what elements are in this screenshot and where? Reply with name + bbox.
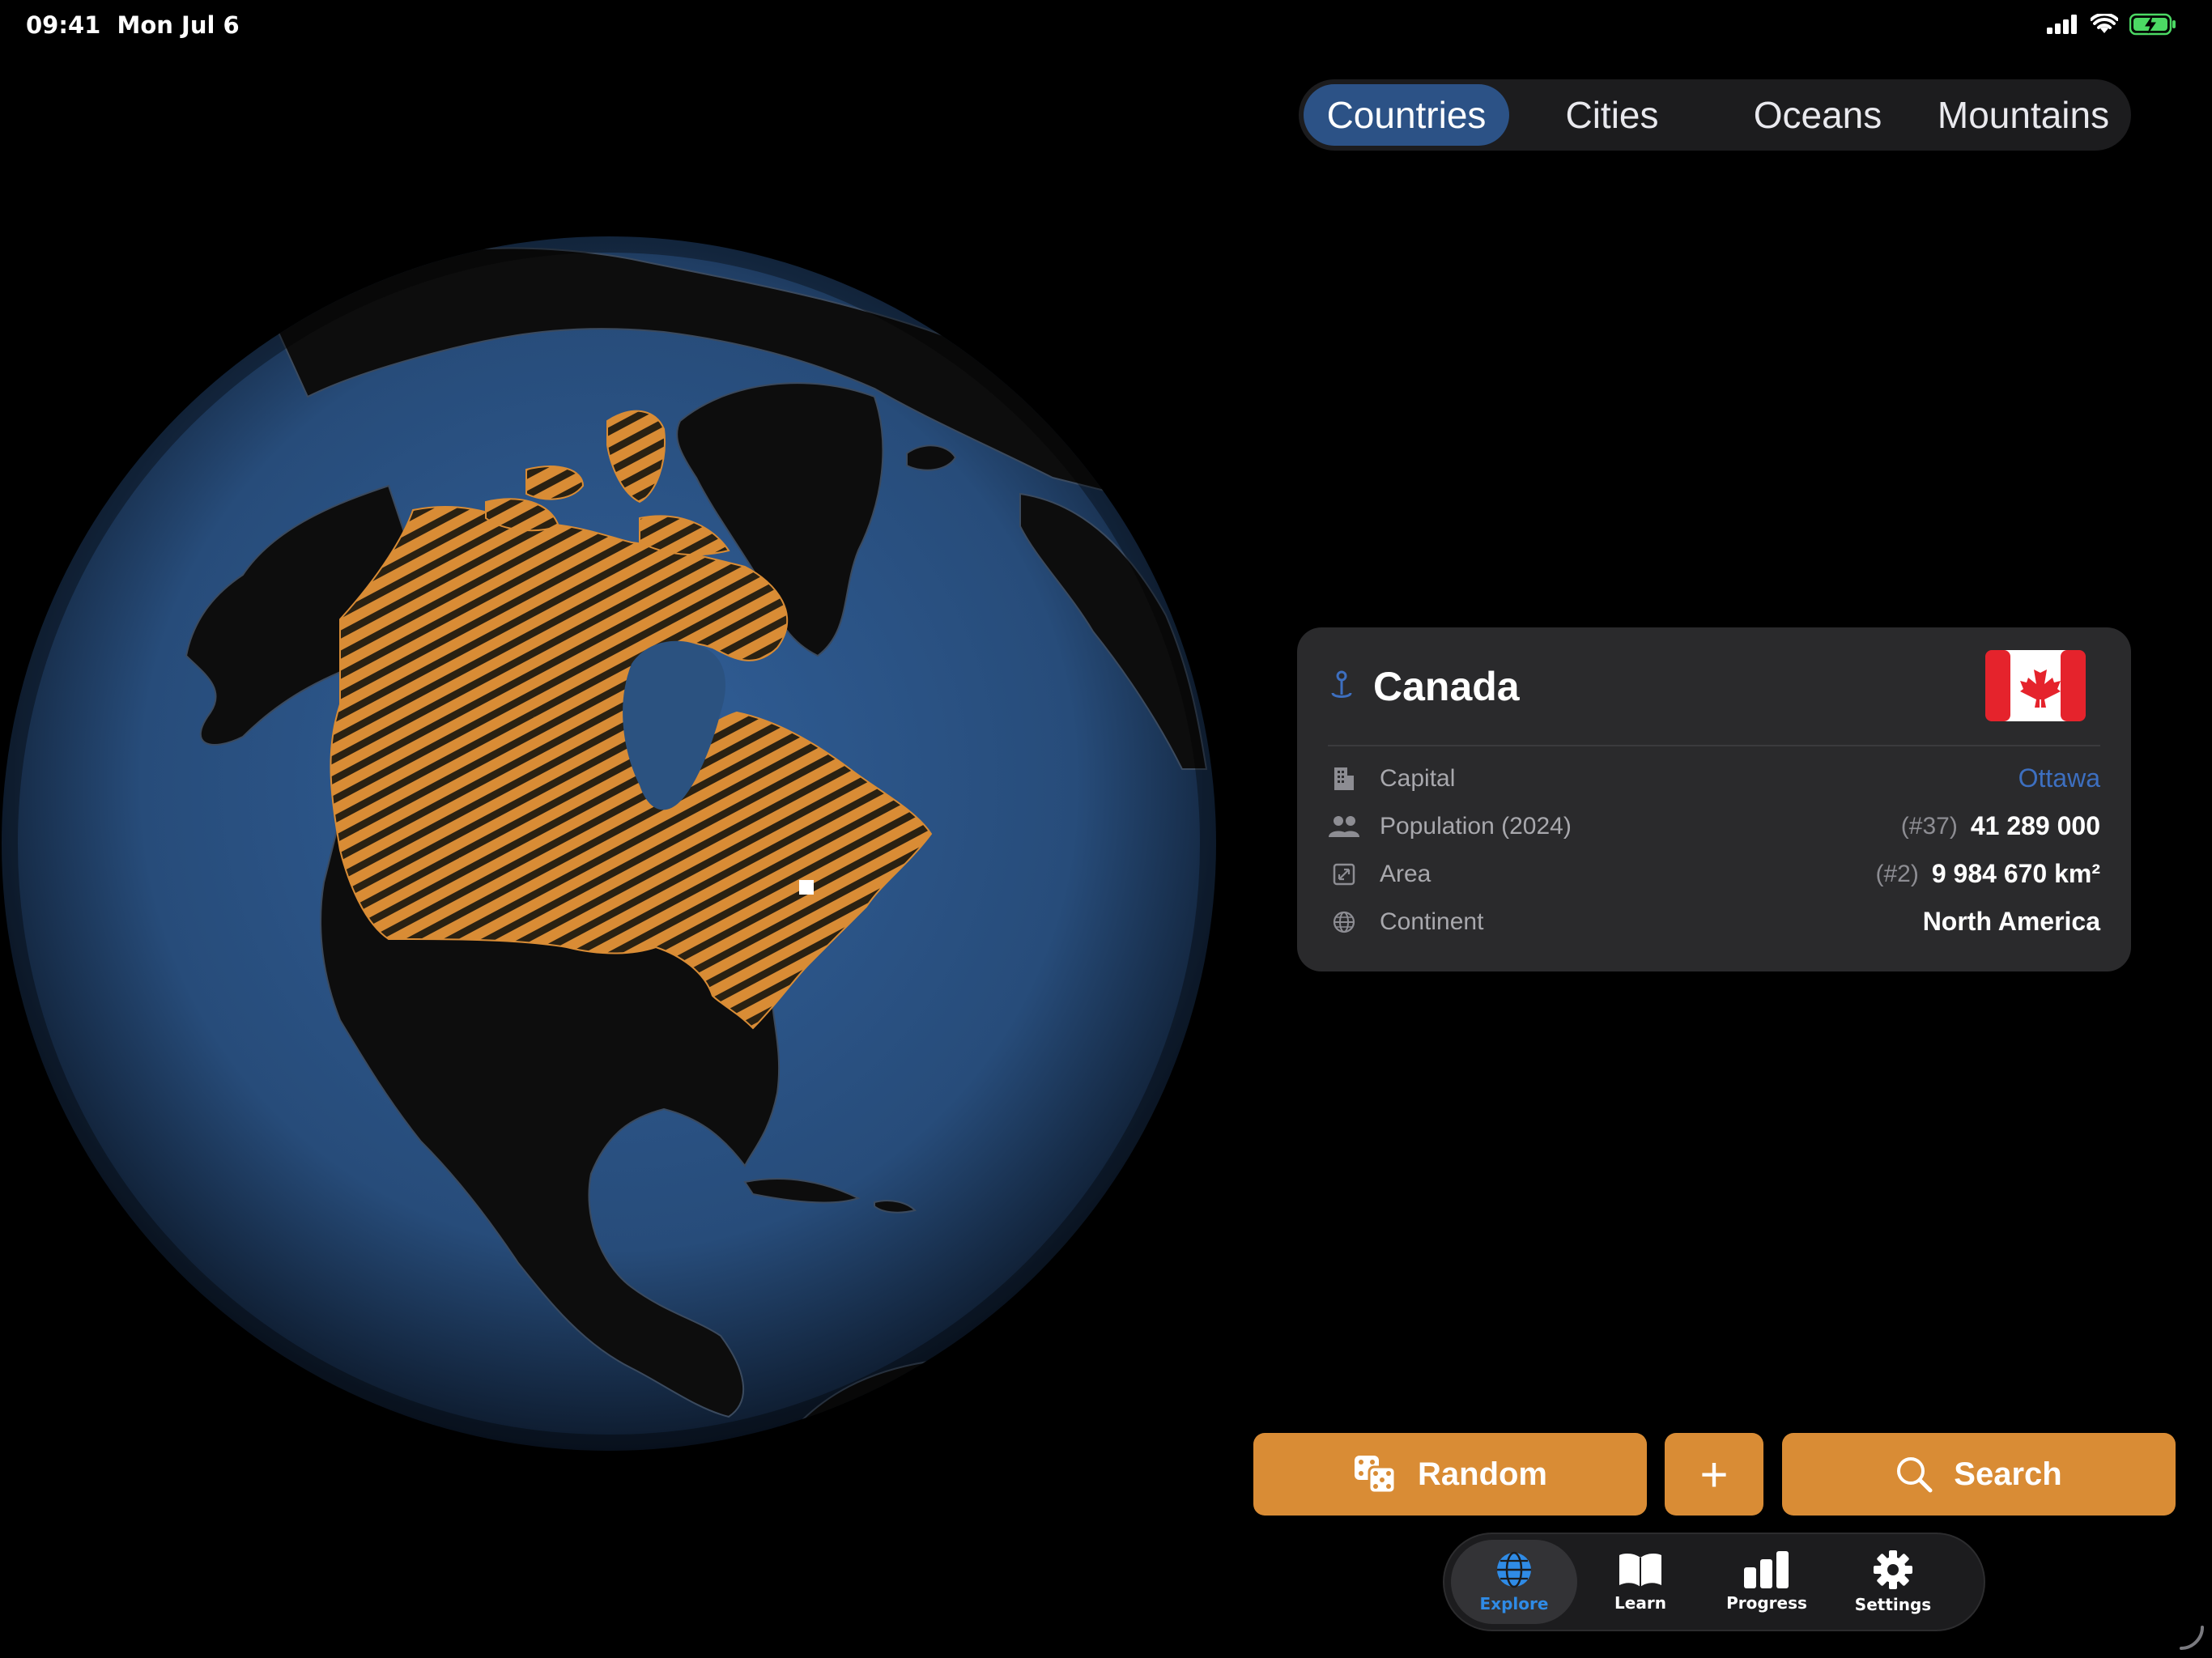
globe-map[interactable] <box>0 220 1232 1467</box>
segment-cities[interactable]: Cities <box>1509 84 1715 146</box>
globe-icon <box>1333 911 1355 933</box>
detail-label: Area <box>1380 860 1431 887</box>
tab-label: Progress <box>1726 1593 1807 1613</box>
population-value: 41 289 000 <box>1970 811 2100 840</box>
segment-oceans[interactable]: Oceans <box>1715 84 1921 146</box>
card-header: Canada <box>1328 627 2100 746</box>
random-button[interactable]: Random <box>1253 1433 1647 1516</box>
detail-row-continent: Continent North America <box>1328 898 2100 946</box>
tab-bar: Explore Learn Progress Settings <box>1443 1533 1985 1631</box>
random-label: Random <box>1418 1456 1547 1492</box>
capital-link[interactable]: Ottawa <box>2018 763 2100 793</box>
continent-value: North America <box>1922 907 2100 936</box>
pin-icon[interactable] <box>1328 670 1355 703</box>
tab-label: Learn <box>1614 1593 1666 1613</box>
tab-explore[interactable]: Explore <box>1451 1540 1577 1624</box>
globe-icon <box>1497 1551 1531 1588</box>
search-label: Search <box>1954 1456 2062 1492</box>
battery-charging-icon <box>2129 13 2176 36</box>
add-button[interactable]: + <box>1665 1433 1763 1516</box>
people-icon <box>1329 815 1359 837</box>
globe-view[interactable] <box>0 220 1232 1467</box>
tab-learn[interactable]: Learn <box>1577 1540 1704 1624</box>
date: Mon Jul 6 <box>117 11 240 39</box>
tab-label: Settings <box>1854 1595 1932 1614</box>
capital-marker <box>799 880 814 895</box>
segment-mountains[interactable]: Mountains <box>1921 84 2126 146</box>
search-button[interactable]: Search <box>1782 1433 2176 1516</box>
detail-row-population: Population (2024) (#37) 41 289 000 <box>1328 802 2100 850</box>
detail-label: Continent <box>1380 908 1484 935</box>
tab-label: Explore <box>1479 1594 1549 1613</box>
country-details: Capital Ottawa Population (2024) (#37) 4… <box>1328 746 2100 946</box>
category-segmented-control: Countries Cities Oceans Mountains <box>1299 79 2131 151</box>
tab-progress[interactable]: Progress <box>1704 1540 1830 1624</box>
search-icon <box>1897 1457 1933 1493</box>
resize-handle-icon[interactable] <box>2175 1621 2207 1653</box>
area-value: 9 984 670 km² <box>1931 859 2100 888</box>
gear-icon <box>1874 1550 1912 1589</box>
status-indicators <box>2047 13 2176 36</box>
wifi-icon <box>2091 14 2118 33</box>
country-name: Canada <box>1373 663 1520 709</box>
status-time: 09:41 Mon Jul 6 <box>26 11 240 39</box>
country-info-card: Canada Capital Ottawa Population (2024) … <box>1297 627 2131 971</box>
clock: 09:41 <box>26 11 101 39</box>
tab-settings[interactable]: Settings <box>1830 1540 1956 1624</box>
plus-icon: + <box>1699 1447 1729 1502</box>
canada-flag-icon <box>1985 650 2086 721</box>
book-icon <box>1619 1554 1661 1587</box>
cellular-signal-icon <box>2047 15 2077 34</box>
building-icon <box>1334 767 1354 790</box>
dice-icon <box>1355 1456 1397 1494</box>
bar-chart-icon <box>1744 1551 1789 1588</box>
detail-label: Capital <box>1380 764 1456 792</box>
detail-row-capital: Capital Ottawa <box>1328 755 2100 802</box>
detail-label: Population (2024) <box>1380 812 1572 840</box>
segment-countries[interactable]: Countries <box>1304 84 1509 146</box>
population-rank: (#37) <box>1900 812 1958 840</box>
area-icon <box>1333 863 1355 885</box>
detail-row-area: Area (#2) 9 984 670 km² <box>1328 850 2100 898</box>
area-rank: (#2) <box>1875 860 1919 887</box>
